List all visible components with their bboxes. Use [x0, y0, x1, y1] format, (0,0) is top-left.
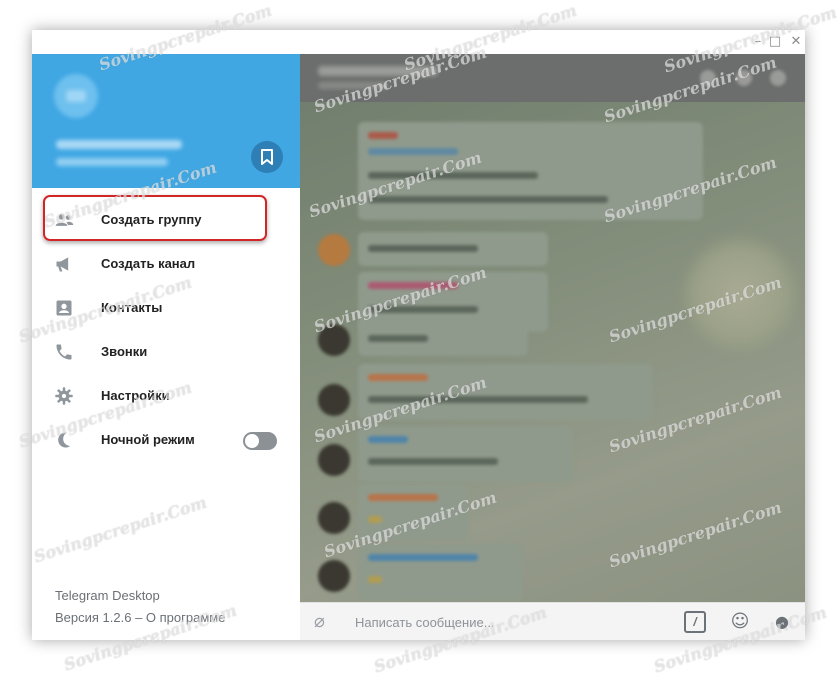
menu-label-new-group: Создать группу — [101, 212, 202, 227]
sidebar-toggle-icon[interactable] — [736, 70, 752, 86]
moon-icon — [58, 432, 71, 448]
chat-status-blurred — [318, 82, 388, 89]
microphone-icon[interactable]: ● — [773, 611, 791, 633]
avatar — [318, 234, 350, 266]
avatar — [318, 560, 350, 592]
message-bubble — [358, 426, 573, 482]
app-name: Telegram Desktop — [55, 588, 160, 603]
message-composer: ⌀ Написать сообщение... / ☺ ● — [300, 602, 805, 640]
attach-icon[interactable]: ⌀ — [314, 611, 336, 633]
version-about-link[interactable]: Версия 1.2.6 – О программе — [55, 610, 225, 625]
menu-item-new-group[interactable]: Создать группу — [32, 195, 300, 242]
night-mode-toggle[interactable] — [243, 432, 277, 450]
menu-item-new-channel[interactable]: Создать канал — [32, 242, 300, 286]
chat-panel: ⌀ Написать сообщение... / ☺ ● — [300, 54, 805, 640]
message-bubble — [358, 544, 523, 600]
user-phone-blurred — [56, 158, 168, 166]
user-avatar[interactable] — [54, 74, 98, 118]
menu-item-night-mode[interactable]: Ночной режим — [32, 418, 300, 462]
avatar — [318, 384, 350, 416]
menu-label-night-mode: Ночной режим — [101, 432, 195, 447]
chat-header — [300, 54, 805, 102]
bookmark-icon — [261, 149, 273, 165]
message-bubble — [358, 122, 703, 220]
message-input[interactable]: Написать сообщение... — [355, 615, 495, 630]
search-icon[interactable] — [700, 70, 716, 86]
user-name-blurred — [56, 140, 182, 149]
main-menu: Создать группу Создать канал Контакты Зв… — [32, 195, 300, 462]
main-menu-sidebar: Создать группу Создать канал Контакты Зв… — [32, 54, 300, 640]
message-bubble — [358, 232, 548, 266]
telegram-window: – □ ✕ ⌀ Написать сообщение... / ☺ ● Созд… — [32, 30, 805, 640]
menu-label-calls: Звонки — [101, 344, 148, 359]
menu-item-contacts[interactable]: Контакты — [32, 286, 300, 330]
bot-command-icon[interactable]: / — [684, 611, 706, 633]
more-icon[interactable] — [770, 70, 786, 86]
avatar — [318, 444, 350, 476]
avatar — [318, 324, 350, 356]
profile-header — [32, 54, 300, 188]
maximize-button[interactable]: □ — [766, 33, 784, 51]
menu-item-settings[interactable]: Настройки — [32, 374, 300, 418]
menu-label-settings: Настройки — [101, 388, 170, 403]
message-bubble — [358, 484, 468, 540]
message-bubble — [358, 322, 528, 356]
minimize-button[interactable]: – — [749, 33, 767, 51]
megaphone-icon — [56, 257, 69, 272]
message-bubble — [358, 364, 653, 420]
menu-label-contacts: Контакты — [101, 300, 163, 315]
phone-icon — [56, 344, 72, 360]
close-button[interactable]: ✕ — [787, 33, 805, 51]
gear-icon — [55, 387, 73, 405]
menu-item-calls[interactable]: Звонки — [32, 330, 300, 374]
title-bar: – □ ✕ — [32, 30, 805, 54]
contacts-icon — [56, 300, 72, 316]
avatar — [318, 502, 350, 534]
emoji-icon[interactable]: ☺ — [729, 611, 751, 633]
chat-title-blurred — [318, 66, 438, 76]
menu-label-new-channel: Создать канал — [101, 256, 196, 271]
saved-messages-button[interactable] — [251, 141, 283, 173]
group-icon — [55, 213, 74, 226]
toggle-knob — [245, 434, 259, 448]
